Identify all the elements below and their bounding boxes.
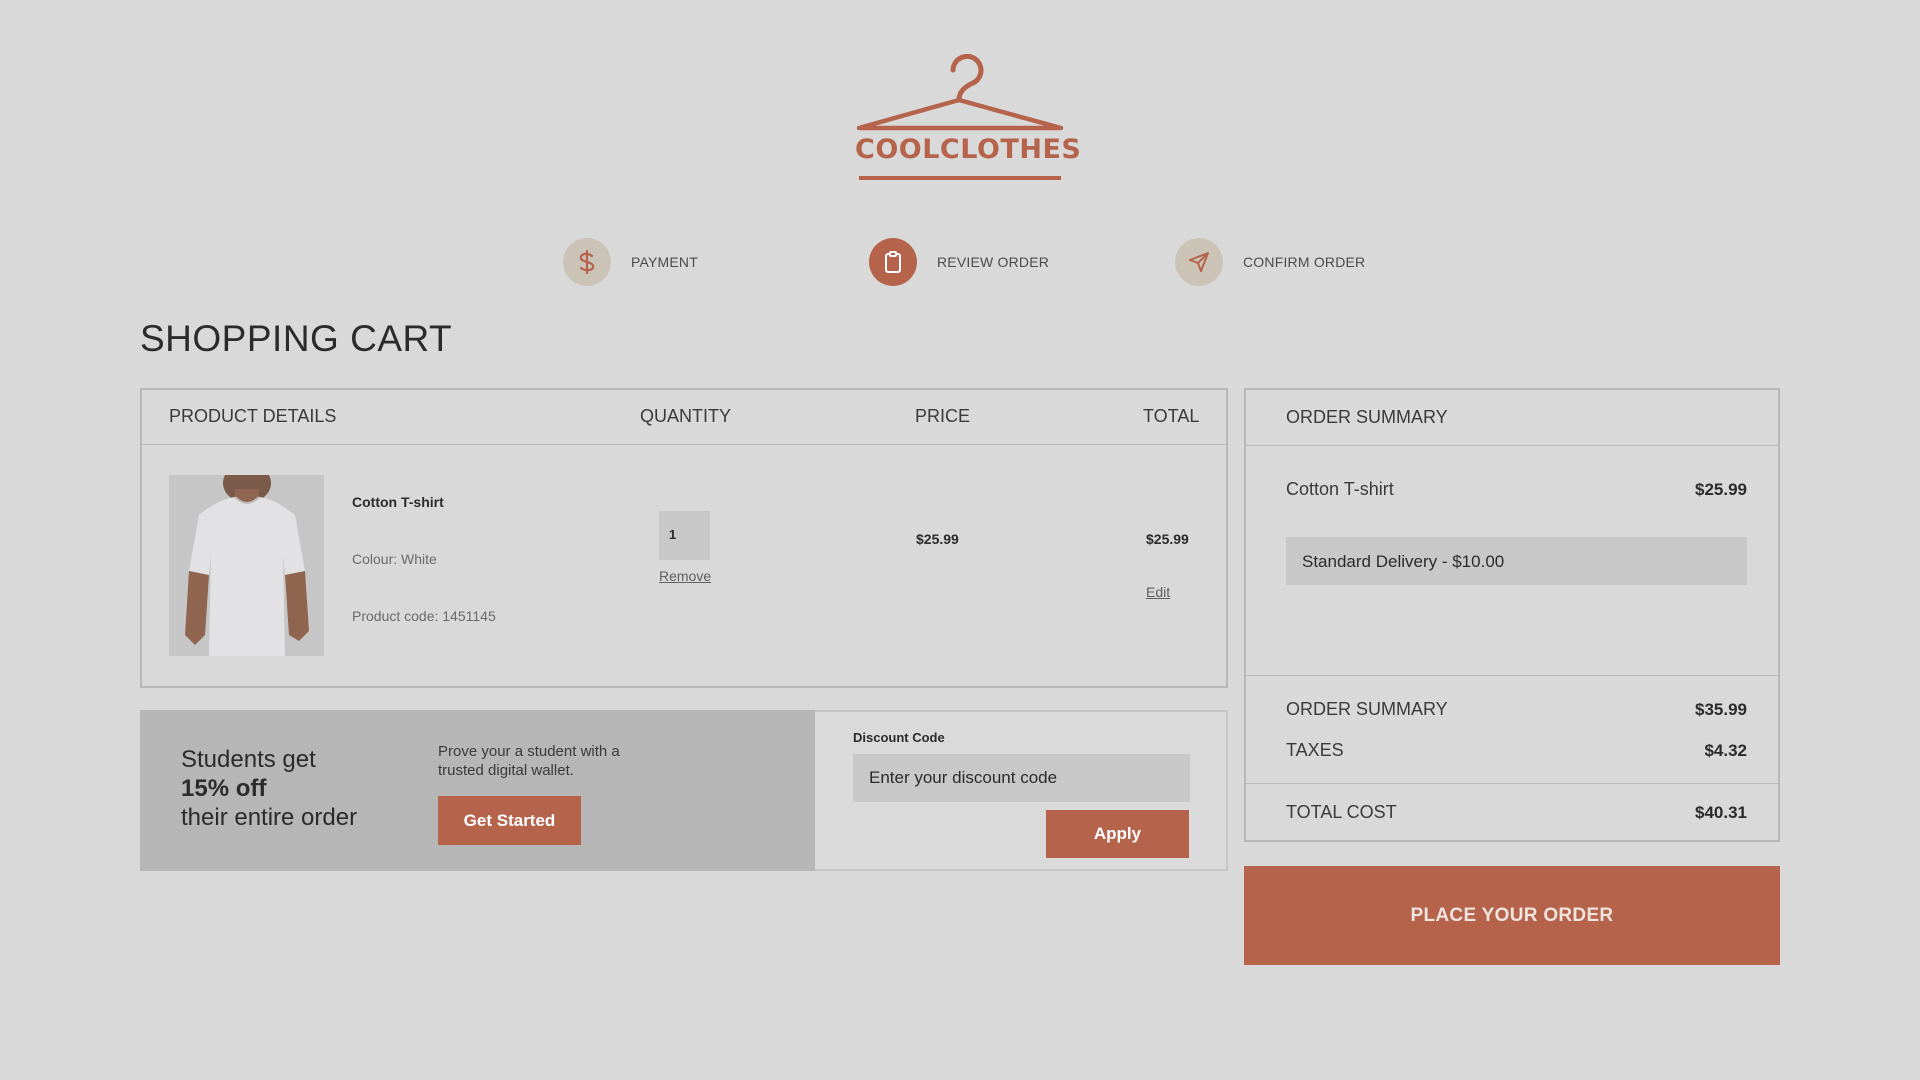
summary-item-price: $25.99 <box>1695 480 1747 499</box>
subtotal-value: $35.99 <box>1695 700 1747 719</box>
apply-button[interactable]: Apply <box>1046 810 1189 858</box>
brand-logo[interactable]: COOLCLOTHES <box>855 52 1082 182</box>
send-icon <box>1175 238 1223 286</box>
product-name[interactable]: Cotton T-shirt <box>352 494 444 510</box>
step-confirm-order-label: CONFIRM ORDER <box>1243 254 1366 270</box>
summary-divider <box>1246 675 1778 676</box>
header-total: TOTAL <box>1143 406 1200 426</box>
taxes-label: TAXES <box>1286 740 1344 760</box>
discount-code-label: Discount Code <box>853 730 945 745</box>
summary-divider <box>1246 783 1778 784</box>
discount-code-input[interactable] <box>853 754 1190 802</box>
cart-table-header: PRODUCT DETAILS QUANTITY PRICE TOTAL <box>142 390 1226 445</box>
header-quantity: QUANTITY <box>640 406 732 426</box>
edit-link[interactable]: Edit <box>1146 584 1170 600</box>
item-total: $25.99 <box>1146 531 1189 547</box>
product-image[interactable] <box>169 475 324 656</box>
clipboard-icon <box>869 238 917 286</box>
step-review-order[interactable]: REVIEW ORDER <box>869 238 1049 286</box>
header-price: PRICE <box>915 406 971 426</box>
remove-link[interactable]: Remove <box>659 568 711 584</box>
order-summary-panel: ORDER SUMMARY Cotton T-shirt $25.99 Stan… <box>1244 388 1780 842</box>
subtotal-label: ORDER SUMMARY <box>1286 699 1448 719</box>
step-payment-label: PAYMENT <box>631 254 698 270</box>
cart-table: PRODUCT DETAILS QUANTITY PRICE TOTAL Cot… <box>140 388 1228 688</box>
page-title: SHOPPING CART <box>140 318 453 359</box>
product-code: Product code: 1451145 <box>352 608 496 624</box>
student-promo-banner: Students get 15% off their entire order … <box>140 710 815 871</box>
order-summary-title: ORDER SUMMARY <box>1286 407 1448 427</box>
item-price: $25.99 <box>916 531 959 547</box>
promo-line-1: Students get <box>181 746 316 773</box>
step-payment[interactable]: PAYMENT <box>563 238 698 286</box>
dollar-icon <box>563 238 611 286</box>
step-confirm-order[interactable]: CONFIRM ORDER <box>1175 238 1365 286</box>
promo-discount: 15% off <box>181 775 267 802</box>
hanger-icon <box>856 53 1064 131</box>
total-cost-value: $40.31 <box>1695 803 1747 822</box>
promo-line-3: their entire order <box>181 804 358 831</box>
header-product-details: PRODUCT DETAILS <box>169 406 337 426</box>
summary-item-name: Cotton T-shirt <box>1286 479 1394 499</box>
discount-panel: Discount Code Apply <box>815 710 1228 871</box>
place-order-button[interactable]: PLACE YOUR ORDER <box>1244 866 1780 965</box>
product-colour: Colour: White <box>352 551 437 567</box>
taxes-value: $4.32 <box>1704 741 1747 760</box>
total-cost-label: TOTAL COST <box>1286 802 1397 822</box>
quantity-input[interactable]: 1 <box>659 511 710 560</box>
promo-description: Prove your a student with a trusted digi… <box>438 743 620 779</box>
step-review-order-label: REVIEW ORDER <box>937 254 1050 270</box>
get-started-button[interactable]: Get Started <box>438 796 581 845</box>
logo-underline <box>859 176 1061 180</box>
order-summary-header: ORDER SUMMARY <box>1246 390 1778 446</box>
brand-name: COOLCLOTHES <box>855 134 1082 165</box>
delivery-option[interactable]: Standard Delivery - $10.00 <box>1286 537 1747 585</box>
